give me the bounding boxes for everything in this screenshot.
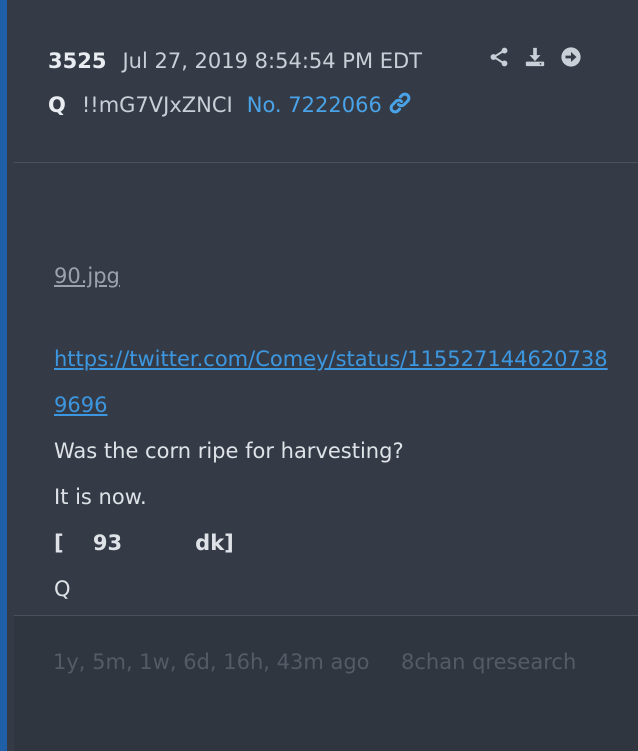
post-no-label: No. 7222066 — [246, 93, 382, 117]
author-name: Q — [48, 93, 66, 117]
download-icon[interactable] — [524, 46, 546, 68]
post-age: 1y, 5m, 1w, 6d, 16h, 43m ago — [53, 650, 370, 674]
post-footer: 1y, 5m, 1w, 6d, 16h, 43m ago 8chan qrese… — [14, 615, 638, 751]
post-datetime: Jul 27, 2019 8:54:54 PM EDT — [122, 49, 423, 73]
goto-icon[interactable] — [560, 46, 582, 68]
post-number: 3525 — [48, 49, 107, 73]
body-line: It is now. — [54, 485, 147, 509]
tripcode: !!mG7VJxZNCI — [81, 93, 233, 117]
post-actions — [488, 46, 582, 68]
post-source: 8chan qresearch — [401, 650, 577, 674]
link-icon — [388, 91, 412, 120]
body-line: Was the corn ripe for harvesting? — [54, 439, 404, 463]
tweet-link[interactable]: https://twitter.com/Comey/status/1155271… — [54, 336, 614, 428]
post-card: 3525 Jul 27, 2019 8:54:54 PM EDT Q !!mG7… — [0, 0, 638, 751]
signature: Q — [54, 577, 71, 601]
post-no-link[interactable]: No. 7222066 — [247, 91, 412, 120]
post-body: 90.jpg https://twitter.com/Comey/status/… — [54, 250, 614, 612]
post-author-row: Q !!mG7VJxZNCI No. 7222066 — [48, 88, 412, 122]
post-meta-row: 3525 Jul 27, 2019 8:54:54 PM EDT — [48, 44, 422, 78]
share-icon[interactable] — [488, 46, 510, 68]
post-header: 3525 Jul 27, 2019 8:54:54 PM EDT Q !!mG7… — [14, 0, 638, 163]
body-bracket-line: [ 93 dk] — [54, 531, 234, 555]
image-link[interactable]: 90.jpg — [54, 250, 614, 302]
